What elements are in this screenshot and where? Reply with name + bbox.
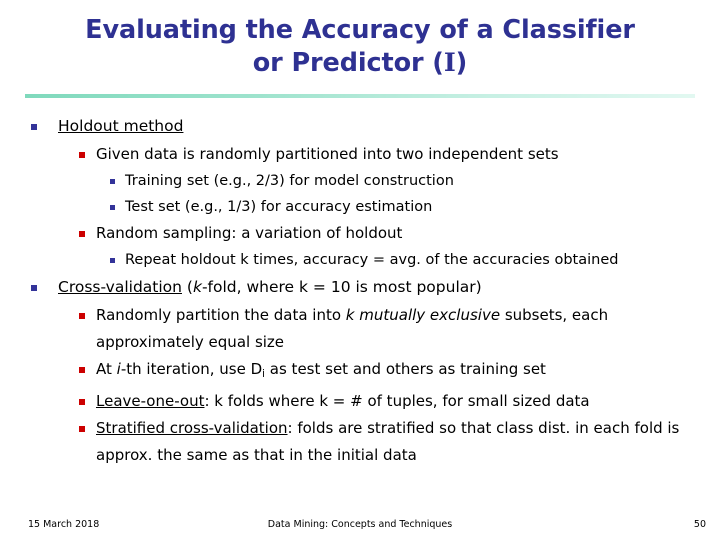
bullet-square-icon [79, 367, 85, 373]
bullet-text: Random sampling: a variation of holdout [96, 224, 403, 242]
footer-title: Data Mining: Concepts and Techniques [267, 519, 453, 530]
bullet-text: Cross-validation (k-fold, where k = 10 i… [58, 273, 720, 302]
bullet-text: Leave-one-out: k folds where k = # of tu… [96, 388, 720, 415]
bullet-repeat-holdout: Repeat holdout k times, accuracy = avg. … [0, 247, 720, 273]
leave-one-out-rest: : k folds where k = # of tuples, for sma… [204, 391, 590, 410]
at-ith-post: as test set and others as training set [265, 360, 546, 378]
title-divider-rule [25, 94, 695, 98]
bullet-text: Test set (e.g., 1/3) for accuracy estima… [125, 199, 433, 215]
title-line-1: Evaluating the Accuracy of a Classifier [85, 15, 635, 45]
randomly-partition-pre: Randomly partition the data into [96, 306, 346, 324]
slide: Evaluating the Accuracy of a Classifier … [0, 0, 720, 540]
slide-body: Holdout method Given data is randomly pa… [0, 112, 720, 469]
bullet-text: Repeat holdout k times, accuracy = avg. … [125, 252, 619, 268]
cross-validation-label: Cross-validation [58, 278, 182, 296]
bullet-square-icon [110, 205, 115, 210]
bullet-square-icon [79, 152, 85, 158]
bullet-square-icon [31, 124, 37, 130]
bullet-text: At i-th iteration, use Di as test set an… [96, 356, 720, 388]
bullet-stratified-cross-validation: Stratified cross-validation: folds are s… [0, 415, 720, 469]
bullet-test-set: Test set (e.g., 1/3) for accuracy estima… [0, 194, 720, 220]
bullet-randomly-partition: Randomly partition the data into k mutua… [0, 302, 720, 356]
bullet-leave-one-out: Leave-one-out: k folds where k = # of tu… [0, 388, 720, 415]
title-line-2-text: or Predictor ( [252, 48, 444, 78]
cross-validation-open: ( [181, 278, 193, 296]
bullet-text: Stratified cross-validation: folds are s… [96, 415, 720, 469]
cross-validation-rest: -fold, where k = 10 is most popular) [201, 278, 482, 296]
at-ith-mid: -th iteration, use D [120, 360, 263, 378]
slide-footer: 15 March 2018 Data Mining: Concepts and … [0, 518, 720, 538]
bullet-square-icon [79, 398, 85, 405]
title-line-2-close: ) [455, 48, 468, 78]
stratified-label: Stratified cross-validation [96, 418, 288, 437]
bullet-text: Randomly partition the data into k mutua… [96, 302, 720, 356]
holdout-method-label: Holdout method [58, 117, 184, 135]
bullet-square-icon [79, 231, 85, 237]
bullet-cross-validation: Cross-validation (k-fold, where k = 10 i… [0, 273, 720, 302]
title-roman-numeral: I [443, 48, 456, 78]
bullet-training-set: Training set (e.g., 2/3) for model const… [0, 168, 720, 194]
randomly-partition-italic: k mutually exclusive [345, 306, 501, 324]
cross-validation-k: k [192, 278, 202, 296]
footer-page-number: 50 [693, 519, 706, 530]
bullet-at-ith-iteration: At i-th iteration, use Di as test set an… [0, 356, 720, 388]
bullet-text: Given data is randomly partitioned into … [96, 145, 559, 163]
bullet-random-sampling: Random sampling: a variation of holdout [0, 220, 720, 247]
bullet-square-icon [79, 313, 85, 319]
at-ith-pre: At [96, 360, 117, 378]
bullet-square-icon [110, 179, 115, 184]
title-line-2: or Predictor (I) [30, 47, 690, 80]
bullet-square-icon [110, 258, 115, 263]
bullet-holdout-method: Holdout method [0, 112, 720, 141]
page-title: Evaluating the Accuracy of a Classifier … [30, 14, 690, 80]
bullet-square-icon [31, 285, 37, 291]
bullet-square-icon [79, 425, 85, 432]
bullet-given-data: Given data is randomly partitioned into … [0, 141, 720, 168]
bullet-text: Training set (e.g., 2/3) for model const… [125, 173, 454, 189]
bullet-text: Holdout method [58, 112, 720, 141]
leave-one-out-label: Leave-one-out [96, 391, 205, 410]
